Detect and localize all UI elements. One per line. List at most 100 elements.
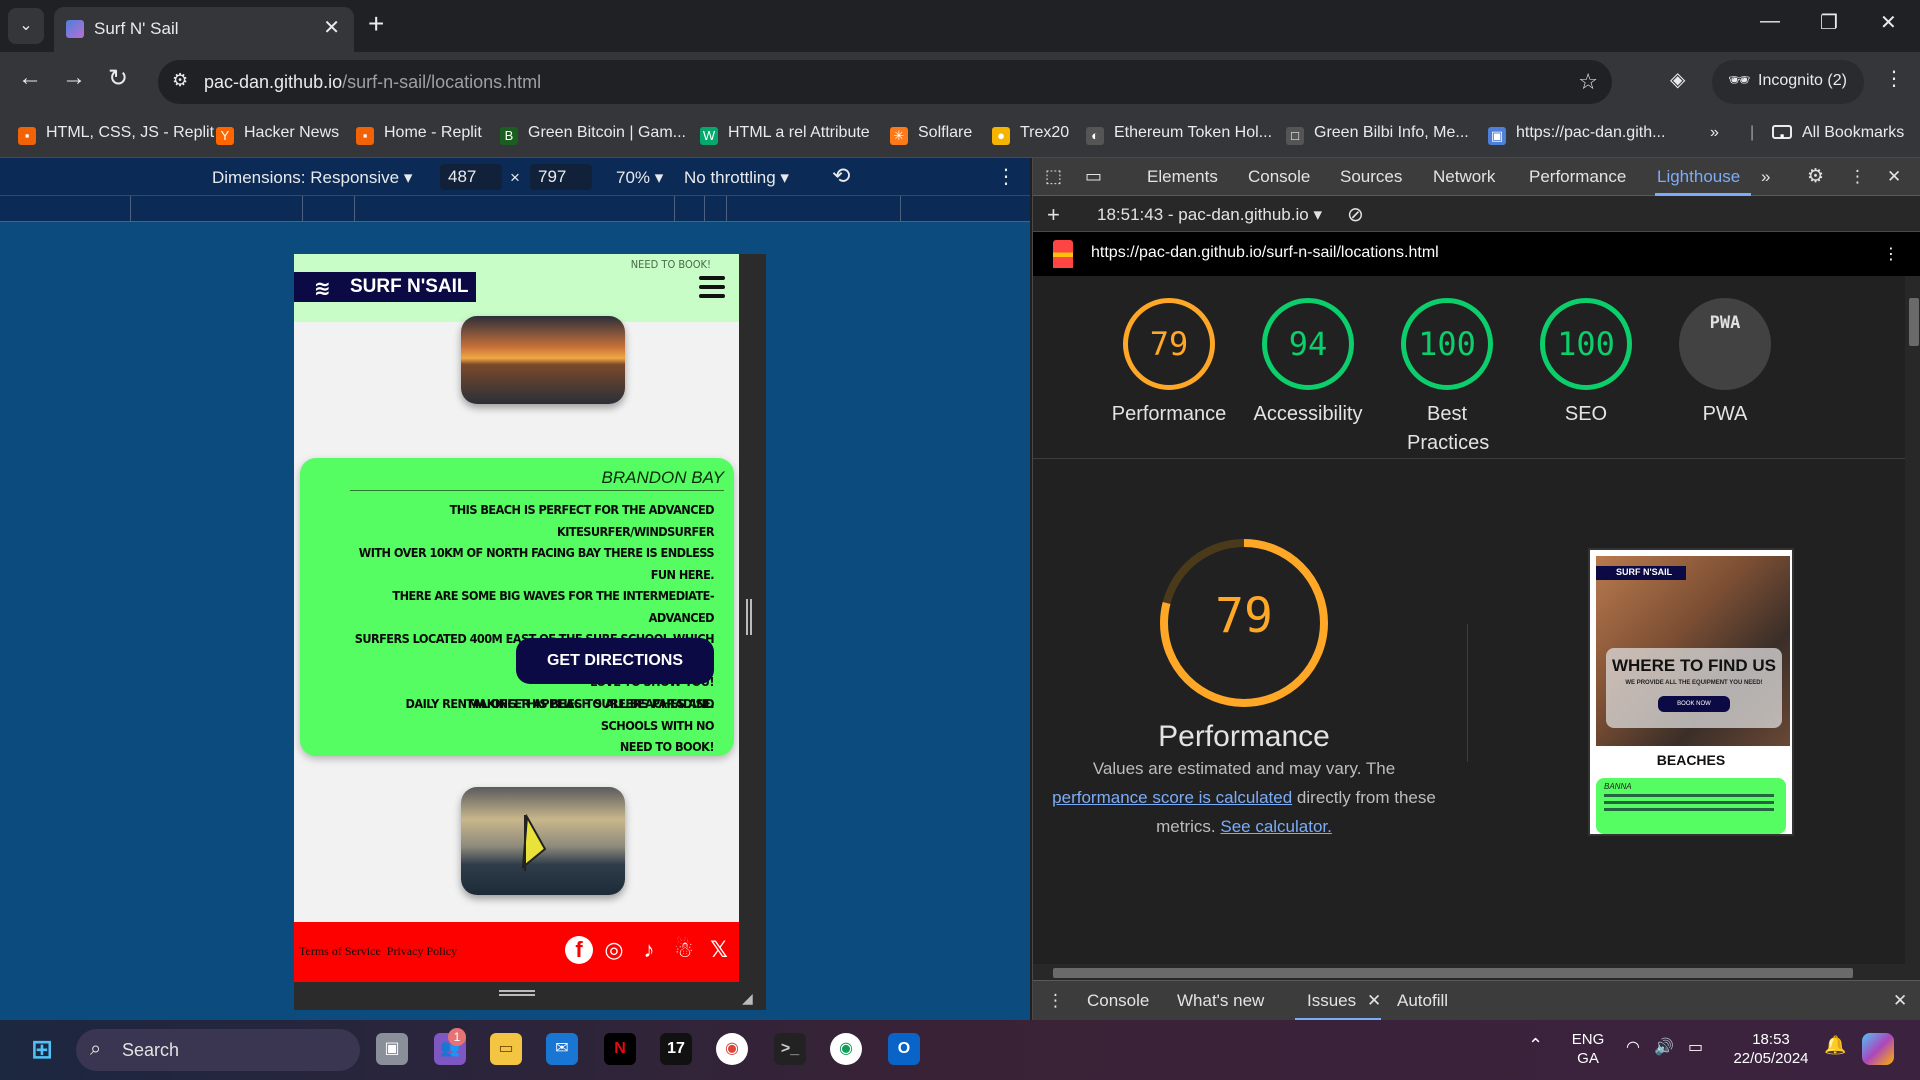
- site-info-icon[interactable]: ⚙: [172, 70, 188, 91]
- bookmark-item[interactable]: ◐ Ethereum Token Hol...: [1086, 124, 1272, 145]
- bookmark-item[interactable]: Y Hacker News: [216, 124, 339, 145]
- device-toggle-icon[interactable]: ▭: [1085, 166, 1102, 187]
- task-view-icon[interactable]: ▣: [376, 1033, 408, 1065]
- page-screenshot-thumbnail[interactable]: SURF N'SAIL WHERE TO FIND US WE PROVIDE …: [1588, 548, 1794, 836]
- report-horizontal-scrollbar[interactable]: [1033, 964, 1920, 980]
- close-drawer-icon[interactable]: ✕: [1893, 991, 1907, 1011]
- get-directions-button[interactable]: GET DIRECTIONS: [516, 638, 714, 684]
- score-gauge-best-practices[interactable]: 100 Best Practices: [1377, 298, 1517, 458]
- windows-start-icon[interactable]: ⊞: [26, 1033, 58, 1065]
- close-window-icon[interactable]: ✕: [1880, 10, 1897, 35]
- drawer-tab-autofill[interactable]: Autofill: [1397, 991, 1448, 1011]
- netflix-icon[interactable]: N: [604, 1033, 636, 1065]
- bookmark-item[interactable]: ▪ HTML, CSS, JS - Replit: [18, 124, 214, 145]
- bookmark-item[interactable]: ▪ Home - Replit: [356, 124, 482, 145]
- dimensions-dropdown[interactable]: Dimensions: Responsive ▾: [212, 168, 412, 188]
- scroll-thumb[interactable]: [1909, 298, 1919, 346]
- chrome-profile-icon[interactable]: ◉: [830, 1033, 862, 1065]
- bookmark-item[interactable]: ● Trex20: [992, 124, 1069, 145]
- tab-sources[interactable]: Sources: [1340, 167, 1402, 187]
- tab-performance[interactable]: Performance: [1529, 167, 1626, 187]
- viewport-width-input[interactable]: 487: [440, 164, 502, 190]
- all-bookmarks-button[interactable]: ▪ All Bookmarks: [1772, 124, 1904, 143]
- new-report-icon[interactable]: +: [1047, 202, 1060, 228]
- terminal-icon[interactable]: >_: [774, 1033, 806, 1065]
- bookmark-item[interactable]: □ Green Bilbi Info, Me...: [1286, 124, 1469, 145]
- close-issues-tab-icon[interactable]: ✕: [1367, 991, 1381, 1011]
- score-gauge-pwa[interactable]: PWA PWA: [1655, 298, 1795, 429]
- browser-menu-icon[interactable]: ⋮: [1884, 66, 1904, 91]
- scroll-thumb[interactable]: [1053, 968, 1853, 978]
- bookmark-item[interactable]: ▣ https://pac-dan.gith...: [1488, 124, 1665, 145]
- taskbar-search[interactable]: ⌕ Search: [76, 1029, 360, 1071]
- viewport-height-input[interactable]: 797: [530, 164, 592, 190]
- wifi-icon[interactable]: ◠: [1626, 1038, 1640, 1057]
- copilot-icon[interactable]: [1862, 1033, 1894, 1065]
- resize-handle-bottom[interactable]: [499, 990, 535, 996]
- settings-gear-icon[interactable]: ⚙: [1807, 165, 1824, 188]
- device-toolbar-menu-icon[interactable]: ⋮: [996, 164, 1016, 189]
- close-tab-icon[interactable]: ✕: [323, 15, 340, 40]
- bookmark-star-icon[interactable]: ☆: [1578, 69, 1598, 95]
- devtools-menu-icon[interactable]: ⋮: [1849, 167, 1866, 187]
- bookmark-item[interactable]: ✳ Solflare: [890, 124, 972, 145]
- close-devtools-icon[interactable]: ✕: [1887, 167, 1901, 187]
- mail-icon[interactable]: ✉: [546, 1033, 578, 1065]
- report-menu-icon[interactable]: ⋮: [1883, 244, 1899, 264]
- reload-icon[interactable]: ↻: [108, 64, 128, 93]
- tab-lighthouse[interactable]: Lighthouse: [1657, 167, 1740, 187]
- outlook-icon[interactable]: O: [888, 1033, 920, 1065]
- forward-arrow-icon[interactable]: →: [62, 64, 86, 92]
- privacy-link[interactable]: Privacy Policy: [387, 944, 457, 958]
- site-logo[interactable]: ≋ SURF N'SAIL: [294, 272, 476, 302]
- bookmark-item[interactable]: B Green Bitcoin | Gam...: [500, 124, 686, 145]
- terms-link[interactable]: Terms of Service: [299, 944, 381, 958]
- new-tab-button[interactable]: +: [368, 8, 384, 40]
- tab-network[interactable]: Network: [1433, 167, 1495, 187]
- resize-handle-corner[interactable]: ◢: [742, 990, 753, 1007]
- language-indicator[interactable]: ENG GA: [1568, 1030, 1608, 1068]
- x-twitter-icon[interactable]: 𝕏: [705, 936, 733, 964]
- address-bar[interactable]: ⚙ pac-dan.github.io/surf-n-sail/location…: [158, 60, 1612, 104]
- facebook-icon[interactable]: f: [565, 936, 593, 964]
- address-url[interactable]: pac-dan.github.io/surf-n-sail/locations.…: [204, 72, 541, 93]
- clear-reports-icon[interactable]: ⊘: [1347, 202, 1364, 227]
- score-gauge-accessibility[interactable]: 94 Accessibility: [1238, 298, 1378, 429]
- tradingview-icon[interactable]: 17: [660, 1033, 692, 1065]
- report-selector[interactable]: 18:51:43 - pac-dan.github.io ▾: [1097, 205, 1322, 225]
- tab-elements[interactable]: Elements: [1147, 167, 1218, 187]
- see-calculator-link[interactable]: See calculator.: [1220, 817, 1332, 836]
- drawer-menu-icon[interactable]: ⋮: [1047, 991, 1064, 1011]
- bookmarks-overflow-icon[interactable]: »: [1710, 124, 1719, 142]
- tiktok-icon[interactable]: ♪: [635, 936, 663, 964]
- score-gauge-performance[interactable]: 79 Performance: [1099, 298, 1239, 429]
- score-gauge-seo[interactable]: 100 SEO: [1516, 298, 1656, 429]
- volume-icon[interactable]: 🔊: [1654, 1038, 1674, 1057]
- clock[interactable]: 18:53 22/05/2024: [1726, 1030, 1816, 1068]
- resize-handle-right[interactable]: [746, 599, 752, 635]
- tab-console[interactable]: Console: [1248, 167, 1310, 187]
- report-url[interactable]: https://pac-dan.github.io/surf-n-sail/lo…: [1091, 244, 1439, 262]
- minimize-icon[interactable]: —: [1760, 10, 1780, 33]
- snapchat-icon[interactable]: ☃: [670, 936, 698, 964]
- inspect-element-icon[interactable]: ⬚: [1045, 166, 1062, 187]
- show-hidden-icons[interactable]: ⌃: [1528, 1036, 1543, 1055]
- battery-icon[interactable]: ▭: [1688, 1038, 1703, 1057]
- rotate-icon[interactable]: ⟲: [832, 163, 850, 189]
- incognito-indicator[interactable]: 🕶 Incognito (2): [1712, 60, 1864, 104]
- drawer-tab-console[interactable]: Console: [1087, 991, 1149, 1011]
- back-arrow-icon[interactable]: ←: [18, 64, 42, 92]
- media-query-ruler[interactable]: [0, 196, 1030, 222]
- notification-bell-icon[interactable]: 🔔: [1824, 1036, 1846, 1055]
- hamburger-menu-icon[interactable]: [699, 276, 725, 303]
- drawer-tab-what-s-new[interactable]: What's new: [1177, 991, 1264, 1011]
- chrome-icon[interactable]: ◉: [716, 1033, 748, 1065]
- more-tabs-icon[interactable]: »: [1761, 167, 1770, 187]
- score-calculation-link[interactable]: performance score is calculated: [1052, 788, 1292, 807]
- extensions-icon[interactable]: ◈: [1670, 67, 1685, 92]
- browser-tab-active[interactable]: Surf N' Sail ✕: [54, 7, 354, 52]
- throttling-dropdown[interactable]: No throttling ▾: [684, 168, 789, 188]
- instagram-icon[interactable]: ◎: [600, 936, 628, 964]
- tab-search-button[interactable]: ⌄: [8, 8, 44, 44]
- bookmark-item[interactable]: W HTML a rel Attribute: [700, 124, 870, 145]
